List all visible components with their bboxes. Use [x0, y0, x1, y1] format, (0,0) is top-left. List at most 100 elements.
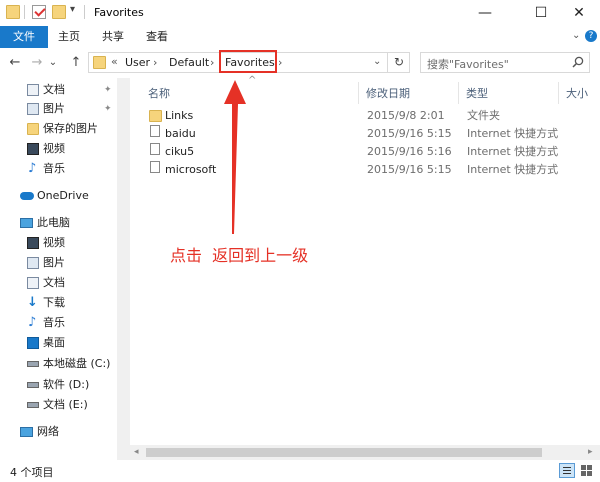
breadcrumb-separator[interactable]: ›: [153, 56, 157, 69]
pictures-icon: [27, 257, 39, 269]
drive-icon: [27, 361, 39, 367]
navigation-bar: ← → ⌄ ↑ « User › Default › Favorites › ⌄…: [0, 48, 600, 78]
file-date: 2015/9/16 5:15: [367, 163, 452, 176]
sidebar-item-downloads[interactable]: ↓ 下载: [0, 293, 117, 313]
folder-icon: [27, 123, 39, 135]
properties-icon[interactable]: [32, 5, 46, 19]
file-type: Internet 快捷方式: [467, 127, 559, 140]
recent-locations-button[interactable]: ⌄: [47, 54, 59, 72]
sidebar-item-videos[interactable]: 视频: [0, 139, 117, 159]
file-date: 2015/9/16 5:16: [367, 145, 452, 158]
window-title: Favorites: [94, 6, 144, 19]
sidebar-item-music[interactable]: ♪ 音乐: [0, 159, 117, 179]
large-icons-view-icon[interactable]: [579, 463, 594, 478]
details-view-icon[interactable]: [559, 463, 575, 478]
sidebar-item-label: 桌面: [43, 336, 65, 349]
file-name: microsoft: [165, 163, 217, 176]
column-divider[interactable]: [458, 82, 459, 104]
sidebar-item-saved-pictures[interactable]: 保存的图片: [0, 119, 117, 139]
tab-share[interactable]: 共享: [94, 26, 132, 48]
file-type: Internet 快捷方式: [467, 145, 559, 158]
drive-icon: [27, 382, 39, 388]
pin-icon[interactable]: ✦: [104, 80, 112, 100]
pictures-icon: [27, 103, 39, 115]
expand-ribbon-icon[interactable]: ⌄: [572, 30, 580, 41]
sidebar-item-drive-d[interactable]: 软件 (D:): [0, 375, 117, 395]
sidebar-item-onedrive[interactable]: OneDrive: [0, 186, 117, 206]
file-name: ciku5: [165, 145, 195, 158]
scrollbar-thumb[interactable]: [146, 448, 542, 457]
annotation-arrow: [224, 80, 246, 234]
shortcut-icon: [150, 161, 160, 173]
video-icon: [27, 237, 39, 249]
sidebar-item-label: 保存的图片: [43, 122, 98, 135]
breadcrumb-favorites[interactable]: Favorites: [225, 56, 275, 69]
sidebar-item-pc-pictures[interactable]: 图片: [0, 253, 117, 273]
file-date: 2015/9/8 2:01: [367, 109, 445, 122]
breadcrumb-user[interactable]: User: [125, 56, 150, 69]
list-item[interactable]: microsoft 2015/9/16 5:15 Internet 快捷方式: [148, 161, 588, 179]
scroll-right-icon[interactable]: ▸: [588, 447, 593, 457]
address-bar[interactable]: « User › Default › Favorites › ⌄ ↻: [88, 50, 410, 73]
divider: [24, 5, 25, 19]
search-input[interactable]: 搜索"Favorites": [427, 56, 509, 72]
desktop-icon: [27, 337, 39, 349]
back-button[interactable]: ←: [6, 54, 24, 72]
sidebar-item-label: 下载: [43, 296, 65, 309]
sidebar-item-network[interactable]: 网络: [0, 422, 117, 442]
column-header-date[interactable]: 修改日期: [366, 84, 410, 104]
breadcrumb-separator[interactable]: ›: [210, 56, 214, 69]
breadcrumb-default[interactable]: Default: [169, 56, 209, 69]
search-icon[interactable]: [572, 56, 584, 68]
sort-indicator-icon: ^: [248, 75, 257, 86]
sidebar-item-drive-e[interactable]: 文档 (E:): [0, 395, 117, 415]
column-header-type[interactable]: 类型: [466, 84, 488, 104]
status-bar: 4 个项目: [0, 460, 600, 482]
music-icon: ♪: [28, 161, 37, 176]
forward-button[interactable]: →: [28, 54, 46, 72]
list-item[interactable]: ciku5 2015/9/16 5:16 Internet 快捷方式: [148, 143, 588, 161]
tab-file[interactable]: 文件: [0, 26, 48, 48]
sidebar-item-pc-documents[interactable]: 文档: [0, 273, 117, 293]
column-divider[interactable]: [358, 82, 359, 104]
sidebar-item-pictures[interactable]: 图片 ✦: [0, 99, 117, 119]
up-button[interactable]: ↑: [67, 54, 85, 72]
search-box[interactable]: 搜索"Favorites": [420, 52, 590, 73]
item-count: 4 个项目: [10, 466, 54, 479]
divider: [84, 5, 85, 19]
nav-pane-scrollbar[interactable]: [117, 78, 130, 460]
tab-view[interactable]: 查看: [138, 26, 176, 48]
breadcrumb-overflow[interactable]: «: [111, 55, 118, 68]
address-dropdown-button[interactable]: ⌄: [373, 56, 381, 67]
divider: [387, 53, 388, 72]
column-header-size[interactable]: 大小: [566, 84, 588, 104]
horizontal-scrollbar[interactable]: ◂ ▸: [130, 445, 600, 460]
list-item[interactable]: Links 2015/9/8 2:01 文件夹: [148, 107, 588, 125]
document-icon: [27, 84, 39, 96]
new-folder-icon[interactable]: [52, 5, 66, 19]
sidebar-item-pc-videos[interactable]: 视频: [0, 233, 117, 253]
scroll-left-icon[interactable]: ◂: [134, 447, 139, 457]
breadcrumb-separator[interactable]: ›: [278, 56, 282, 69]
help-icon[interactable]: ?: [585, 30, 597, 42]
network-icon: [20, 427, 33, 437]
pin-icon[interactable]: ✦: [104, 99, 112, 119]
customize-quick-access-icon[interactable]: ▾: [70, 4, 75, 15]
sidebar-item-pc-music[interactable]: ♪ 音乐: [0, 313, 117, 333]
close-button[interactable]: ✕: [556, 0, 600, 26]
minimize-button[interactable]: —: [462, 0, 508, 26]
sidebar-item-this-pc[interactable]: 此电脑: [0, 213, 117, 233]
file-name: baidu: [165, 127, 196, 140]
tab-home[interactable]: 主页: [50, 26, 88, 48]
list-item[interactable]: baidu 2015/9/16 5:15 Internet 快捷方式: [148, 125, 588, 143]
sidebar-item-documents[interactable]: 文档 ✦: [0, 80, 117, 100]
sidebar-item-label: OneDrive: [37, 189, 89, 202]
sidebar-item-drive-c[interactable]: 本地磁盘 (C:): [0, 354, 117, 374]
sidebar-item-label: 此电脑: [37, 216, 70, 229]
sidebar-item-desktop[interactable]: 桌面: [0, 333, 117, 353]
title-bar: ▾ Favorites — ☐ ✕: [0, 0, 600, 26]
column-divider[interactable]: [558, 82, 559, 104]
refresh-button[interactable]: ↻: [394, 55, 404, 69]
sidebar-item-label: 本地磁盘 (C:): [43, 357, 111, 370]
column-header-name[interactable]: 名称: [148, 84, 170, 104]
